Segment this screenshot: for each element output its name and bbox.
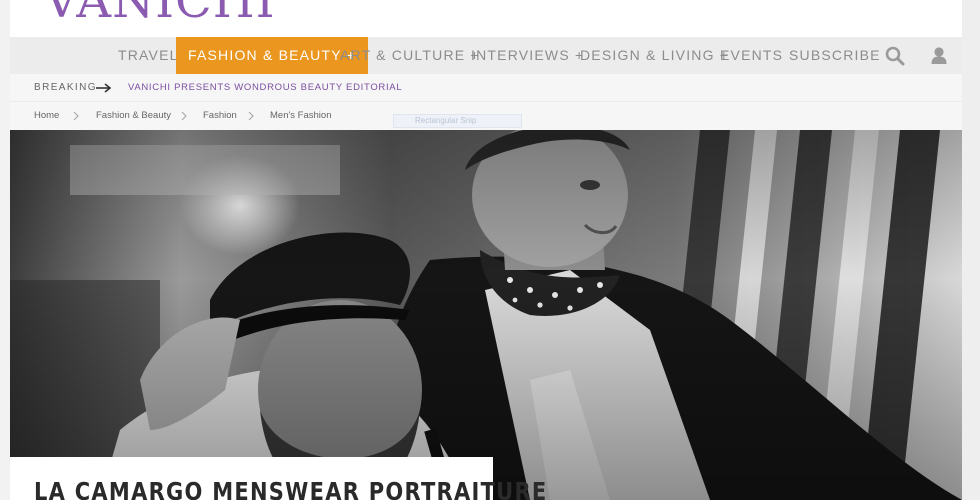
nav-item-travel[interactable]: TRAVEL xyxy=(118,37,179,74)
menswear-portrait-photo xyxy=(10,130,962,500)
nav-item-interviews[interactable]: INTERVIEWS + xyxy=(471,37,584,74)
breaking-label: BREAKING xyxy=(34,82,97,93)
article-title: LA CAMARGO MENSWEAR PORTRAITURE xyxy=(34,477,548,500)
chevron-right-icon xyxy=(73,111,79,121)
nav-item-events[interactable]: EVENTS xyxy=(720,37,783,74)
nav-item-subscribe[interactable]: SUBSCRIBE xyxy=(789,37,881,74)
breadcrumb-fashion-beauty[interactable]: Fashion & Beauty xyxy=(96,102,171,130)
breadcrumb-home[interactable]: Home xyxy=(34,102,59,130)
breaking-news-bar: BREAKING VANICHI PRESENTS WONDROUS BEAUT… xyxy=(10,74,962,102)
breaking-headline-link[interactable]: VANICHI PRESENTS WONDROUS BEAUTY EDITORI… xyxy=(128,74,402,102)
page: VANICHI TRAVEL FASHION & BEAUTY + ART & … xyxy=(10,0,962,500)
main-navigation: TRAVEL FASHION & BEAUTY + ART & CULTURE … xyxy=(10,37,962,74)
user-icon[interactable] xyxy=(929,46,949,66)
arrow-right-icon xyxy=(96,83,112,93)
nav-item-art-culture[interactable]: ART & CULTURE + xyxy=(340,37,480,74)
breadcrumb-mens-fashion: Men's Fashion xyxy=(270,110,332,121)
site-logo[interactable]: VANICHI xyxy=(44,0,276,29)
page-margin xyxy=(962,0,980,500)
hero-image xyxy=(10,130,962,500)
rectangular-snip-tooltip: Rectangular Snip xyxy=(393,114,522,128)
header: VANICHI xyxy=(10,0,962,37)
article-title-card: LA CAMARGO MENSWEAR PORTRAITURE xyxy=(10,457,546,500)
chevron-right-icon xyxy=(181,111,187,121)
search-icon[interactable] xyxy=(885,46,905,66)
breadcrumb-fashion[interactable]: Fashion xyxy=(203,102,237,130)
nav-item-design-living[interactable]: DESIGN & LIVING + xyxy=(580,37,729,74)
chevron-right-icon xyxy=(248,111,254,121)
